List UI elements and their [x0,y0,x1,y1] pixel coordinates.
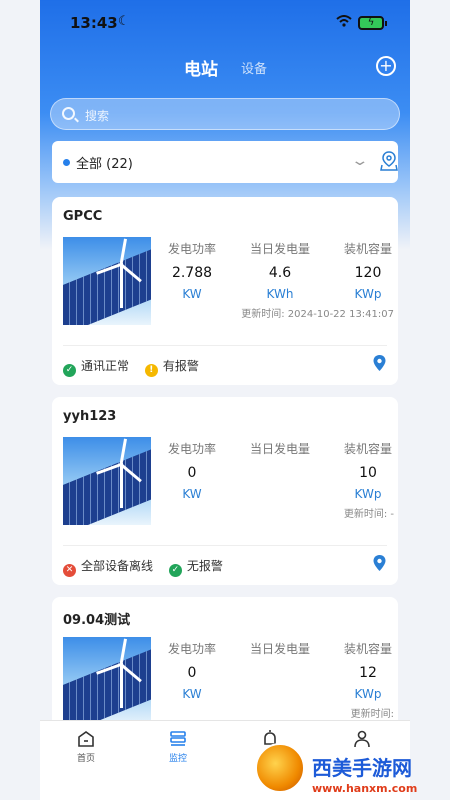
metric-capacity: 装机容量 10 KWp [328,440,408,501]
metric-power: 发电功率 2.788 KW [152,240,232,301]
metric-label: 发电功率 [167,642,216,656]
station-card-yyh123[interactable]: yyh123 发电功率 0 KW 当日发电量 装机容量 10 KWp 更新时间:… [52,397,398,585]
status-time: 13:43 [70,14,118,32]
status-alarm: ! 有报警 [144,357,199,377]
alert-icon: ! [144,364,158,377]
station-thumbnail [63,437,151,525]
nav-label: 首页 [76,754,95,764]
station-name: GPCC [63,209,103,224]
metric-value: 12 [359,665,377,681]
status-alarm: ✓ 无报警 [168,557,223,577]
updated-time: 更新时间: [350,709,394,720]
metric-unit: KW [182,687,202,701]
metric-daily-energy: 当日发电量 [240,440,320,465]
metric-value: 10 [359,465,377,481]
metric-unit: KW [182,487,202,501]
watermark-title: 西美手游网 [312,756,412,780]
metric-label: 当日发电量 [249,642,310,656]
top-tabs: 电站 设备 [40,55,410,80]
metric-unit: KWh [266,287,294,301]
status-text: 通讯正常 [81,359,130,373]
status-comm: ✓ 通讯正常 [63,357,129,377]
nav-home[interactable]: 首页 [56,729,116,764]
status-row: ✓ 通讯正常 ! 有报警 [63,357,211,377]
metric-label: 装机容量 [343,442,392,456]
status-bar: 13:43 ☾ ϟ [40,12,410,36]
search-icon [62,107,75,120]
tab-device[interactable]: 设备 [241,58,267,77]
updated-time: 更新时间: 2024-10-22 13:41:07 [241,309,394,320]
metric-value: 0 [187,665,197,681]
divider [63,545,387,546]
updated-time: 更新时间: - [343,509,394,520]
app-screen: 13:43 ☾ ϟ 电站 设备 + 搜索 全部 (22) ⌄ GPCC 发电功率 [40,0,410,800]
status-row: ✕ 全部设备离线 ✓ 无报警 [63,557,235,577]
metric-capacity: 装机容量 120 KWp [328,240,408,301]
metric-unit: KWp [354,287,382,301]
location-pin-icon[interactable] [373,555,386,571]
station-filter[interactable]: 全部 (22) ⌄ [52,141,398,183]
location-pin-icon[interactable] [373,355,386,371]
map-location-icon[interactable] [380,151,398,171]
plus-icon: + [379,56,393,75]
check-icon: ✓ [63,364,76,377]
metric-power: 发电功率 0 KW [152,440,232,501]
status-devices: ✕ 全部设备离线 [63,557,153,577]
metric-unit: KWp [354,487,382,501]
station-name: 09.04测试 [63,613,131,628]
add-station-button[interactable]: + [376,56,396,76]
metric-label: 当日发电量 [249,442,310,456]
nav-monitor[interactable]: 监控 [148,729,208,764]
check-icon: ✓ [168,564,182,577]
battery-icon: ϟ [358,16,387,30]
metric-value: 2.788 [171,265,213,281]
station-name: yyh123 [63,409,117,424]
metric-value: 0 [187,465,197,481]
metric-daily-energy: 当日发电量 [240,640,320,665]
search-input[interactable]: 搜索 [50,98,400,130]
watermark-url: www.hanxm.com [312,782,418,795]
metric-value: 4.6 [268,265,292,281]
home-icon [78,731,94,747]
station-thumbnail [63,237,151,325]
tab-station[interactable]: 电站 [184,55,218,80]
divider [63,345,387,346]
search-placeholder: 搜索 [85,109,110,123]
metric-label: 当日发电量 [249,242,310,256]
metric-value: 120 [354,265,382,281]
status-text: 有报警 [162,359,199,373]
filter-label: 全部 (22) [76,157,133,172]
metric-power: 发电功率 0 KW [152,640,232,701]
metric-label: 发电功率 [167,442,216,456]
status-text: 无报警 [186,559,223,573]
nav-label: 监控 [168,754,187,764]
site-watermark: 西美手游网 www.hanxm.com [250,738,450,800]
metric-daily-energy: 当日发电量 4.6 KWh [240,240,320,301]
metric-unit: KWp [354,687,382,701]
metric-label: 发电功率 [167,242,216,256]
station-card-gpcc[interactable]: GPCC 发电功率 2.788 KW 当日发电量 4.6 KWh 装机容量 12… [52,197,398,385]
close-icon: ✕ [63,564,76,577]
filter-dot-icon [63,159,70,166]
metric-label: 装机容量 [343,242,392,256]
wifi-icon [336,15,352,30]
gamepad-logo-icon [255,743,305,793]
monitor-icon [170,731,186,746]
metric-label: 装机容量 [343,642,392,656]
metric-capacity: 装机容量 12 KWp [328,640,408,701]
metric-unit: KW [182,287,202,301]
station-thumbnail [63,637,151,725]
moon-icon: ☾ [118,14,130,29]
chevron-down-icon[interactable]: ⌄ [350,153,369,169]
status-text: 全部设备离线 [81,559,154,573]
